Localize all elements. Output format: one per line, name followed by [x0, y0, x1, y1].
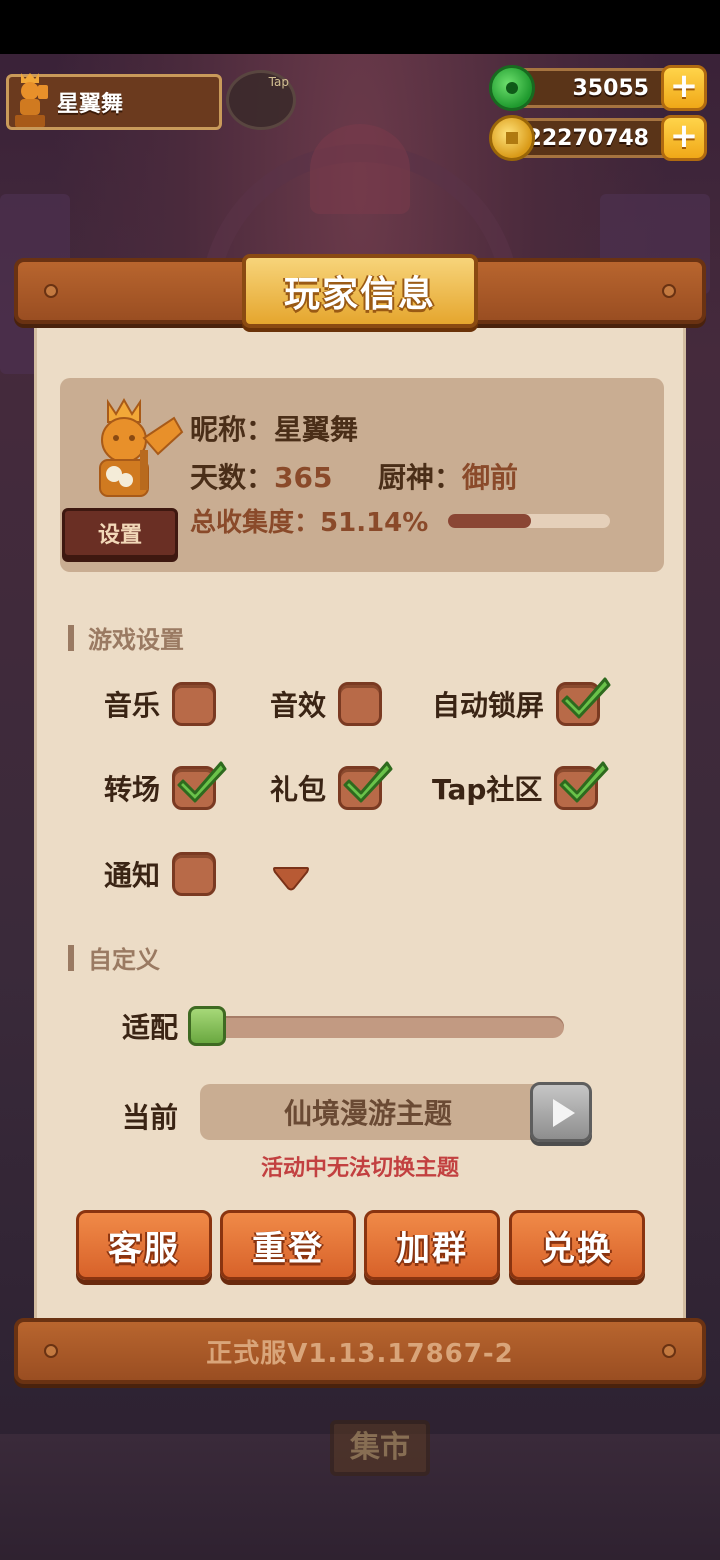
status-bar — [0, 0, 720, 54]
custom-title: 自定义 — [88, 946, 160, 974]
option-label: 自动锁屏 — [432, 689, 545, 722]
coin-amount: 22270748 — [526, 125, 649, 151]
nickname-value: 星翼舞 — [274, 413, 359, 446]
option-music[interactable]: 音乐 — [104, 682, 217, 726]
player-statue-icon — [15, 73, 48, 127]
check-icon — [177, 761, 227, 803]
check-icon — [561, 677, 611, 719]
rivet-icon — [44, 1344, 58, 1358]
jade-icon — [489, 65, 535, 111]
collection-row: 总收集度：51.14% — [190, 502, 428, 539]
collection-label: 总收集度： — [190, 508, 321, 538]
auto-lock-checkbox[interactable] — [556, 677, 611, 726]
sound-effects-checkbox[interactable] — [338, 682, 383, 726]
add-coins-button[interactable]: + — [661, 115, 707, 161]
player-name: 星翼舞 — [57, 92, 124, 117]
redeem-button[interactable]: 兑换 — [509, 1210, 645, 1280]
background-heart-ornament — [310, 124, 410, 214]
nickname-row: 昵称：星翼舞 — [190, 408, 358, 448]
chef-label: 厨神： — [377, 461, 462, 494]
panel-title: 玩家信息 — [283, 274, 436, 315]
tap-community-button[interactable]: Tap — [226, 70, 296, 130]
redeem-label: 兑换 — [541, 1228, 613, 1269]
rivet-icon — [44, 284, 58, 298]
player-name-badge[interactable]: 星翼舞 — [6, 73, 222, 130]
game-settings-title: 游戏设置 — [88, 626, 184, 654]
collection-value: 51.14% — [320, 508, 429, 538]
theme-warning-text: 活动中无法切换主题 — [260, 1156, 459, 1181]
notification-checkbox[interactable] — [172, 852, 217, 896]
option-label: 转场 — [104, 773, 161, 806]
add-jade-button[interactable]: + — [661, 65, 707, 111]
adapt-label: 适配 — [122, 1011, 179, 1044]
jade-currency: 35055 + — [489, 65, 707, 111]
check-icon — [343, 761, 393, 803]
panel-bottom-bar: 正式服V1.13.17867-2 — [14, 1318, 706, 1384]
current-theme-label: 当前 — [122, 1101, 179, 1134]
collection-progress-fill — [448, 514, 531, 528]
option-tap-community[interactable]: Tap社区 — [432, 761, 609, 810]
days-row: 天数：365 厨神：御前 — [190, 456, 518, 496]
nickname-label: 昵称： — [190, 413, 275, 446]
option-auto-lock[interactable]: 自动锁屏 — [432, 677, 611, 726]
version-text: 正式服V1.13.17867-2 — [206, 1338, 514, 1369]
current-theme-name: 仙境漫游主题 — [283, 1097, 452, 1130]
rivet-icon — [662, 1344, 676, 1358]
days-value: 365 — [274, 461, 333, 494]
expand-more-arrow-icon[interactable] — [272, 864, 310, 892]
option-label: 音效 — [270, 689, 327, 722]
tap-community-checkbox[interactable] — [554, 761, 609, 810]
relogin-label: 重登 — [252, 1228, 324, 1269]
option-label: 礼包 — [270, 773, 327, 806]
jade-amount: 35055 — [572, 75, 649, 101]
game-settings-heading: 游戏设置 — [68, 620, 184, 655]
option-transition[interactable]: 转场 — [104, 761, 227, 810]
join-group-label: 加群 — [396, 1228, 468, 1269]
profile-settings-button[interactable]: 设置 — [62, 508, 178, 558]
music-checkbox[interactable] — [172, 682, 217, 726]
coin-currency: 22270748 + — [489, 115, 707, 161]
adapt-slider-knob[interactable] — [188, 1006, 226, 1046]
relogin-button[interactable]: 重登 — [220, 1210, 356, 1280]
option-gift-pack[interactable]: 礼包 — [270, 761, 393, 810]
days-label: 天数： — [190, 461, 275, 494]
profile-settings-label: 设置 — [97, 523, 142, 548]
gift-pack-checkbox[interactable] — [338, 761, 393, 810]
tap-label: Tap — [268, 75, 289, 89]
market-sign: 集市 — [330, 1420, 430, 1476]
option-label: 通知 — [104, 859, 161, 892]
rivet-icon — [662, 284, 676, 298]
adapt-slider-track[interactable] — [192, 1016, 564, 1038]
option-sound-effects[interactable]: 音效 — [270, 682, 383, 726]
option-label: Tap社区 — [432, 773, 543, 806]
coin-icon — [489, 115, 535, 161]
check-icon — [559, 761, 609, 803]
heading-bar — [68, 944, 74, 971]
current-theme-box: 仙境漫游主题 — [200, 1084, 560, 1140]
option-notification[interactable]: 通知 — [104, 852, 217, 896]
switch-theme-play-button[interactable] — [530, 1082, 592, 1142]
option-label: 音乐 — [104, 689, 161, 722]
customer-service-button[interactable]: 客服 — [76, 1210, 212, 1280]
panel-title-plate: 玩家信息 — [242, 254, 478, 328]
chef-value: 御前 — [461, 461, 518, 494]
chef-statue-avatar-icon — [99, 397, 184, 497]
heading-bar — [68, 624, 74, 651]
custom-heading: 自定义 — [68, 940, 160, 975]
customer-service-label: 客服 — [108, 1228, 180, 1269]
join-group-button[interactable]: 加群 — [364, 1210, 500, 1280]
transition-checkbox[interactable] — [172, 761, 227, 810]
collection-progress-bar — [448, 514, 610, 528]
